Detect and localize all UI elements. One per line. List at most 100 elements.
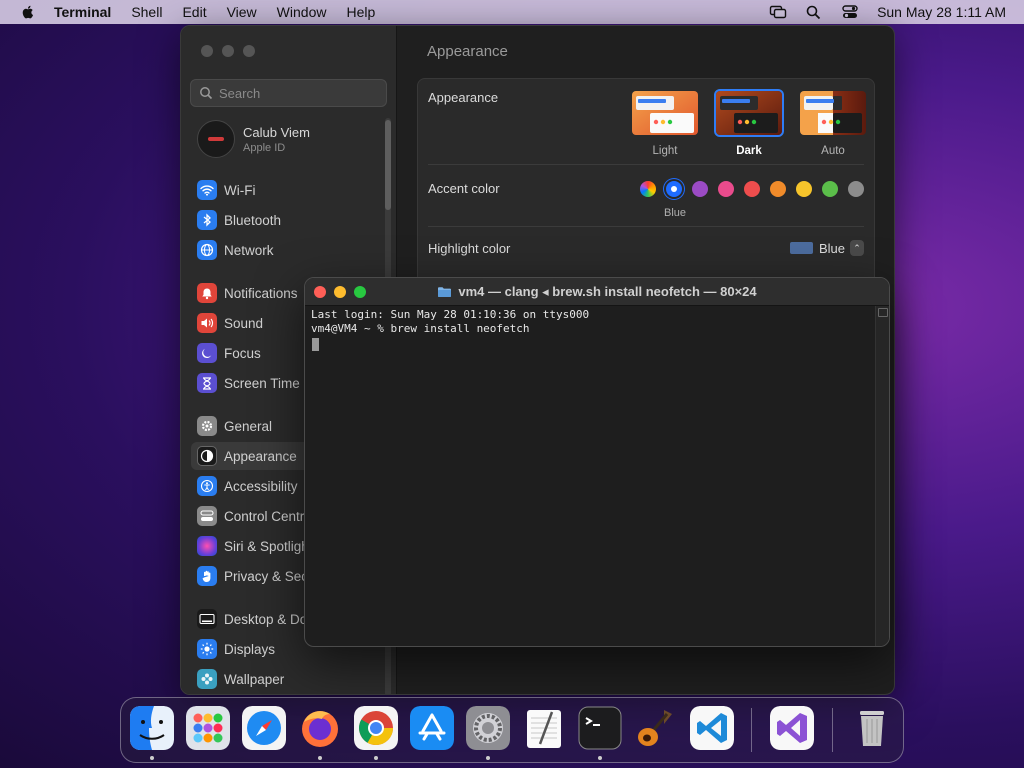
appearance-option-label: Dark bbox=[736, 145, 762, 157]
sidebar-item-label: Screen Time bbox=[224, 375, 300, 391]
chrome-icon[interactable] bbox=[354, 706, 398, 750]
accent-swatch-multicolor[interactable] bbox=[640, 181, 656, 197]
hourglass-icon bbox=[197, 373, 217, 393]
hand-icon bbox=[197, 566, 217, 586]
accent-swatch-red[interactable] bbox=[744, 181, 760, 197]
garageband-icon[interactable] bbox=[634, 706, 678, 750]
apple-id-account[interactable]: Calub Viem Apple ID bbox=[197, 120, 310, 158]
search-input[interactable] bbox=[219, 85, 379, 101]
wallpaper-icon bbox=[197, 669, 217, 689]
accent-swatch-green[interactable] bbox=[822, 181, 838, 197]
menu-shell[interactable]: Shell bbox=[131, 4, 162, 20]
appearance-option-auto[interactable]: Auto bbox=[798, 89, 868, 157]
appearance-option-light[interactable]: Light bbox=[630, 89, 700, 157]
firefox-icon[interactable] bbox=[298, 706, 342, 750]
accent-swatch-orange[interactable] bbox=[770, 181, 786, 197]
running-indicator bbox=[318, 756, 322, 760]
appearance-icon bbox=[197, 446, 217, 466]
terminal-close-button[interactable] bbox=[314, 286, 326, 298]
accent-swatch-blue[interactable] bbox=[666, 181, 682, 197]
textedit-icon[interactable] bbox=[522, 706, 566, 750]
menu-help[interactable]: Help bbox=[346, 4, 375, 20]
sidebar-item-bluetooth[interactable]: Bluetooth bbox=[191, 206, 381, 234]
menu-bar: Terminal Shell Edit View Window Help Sun… bbox=[0, 0, 1024, 24]
sidebar-item-label: Focus bbox=[224, 345, 261, 361]
accent-selected-name: Blue bbox=[664, 207, 687, 219]
accent-swatch-pink[interactable] bbox=[718, 181, 734, 197]
settings-minimize-button[interactable] bbox=[222, 45, 234, 57]
sidebar-item-wifi[interactable]: Wi-Fi bbox=[191, 176, 381, 204]
spotlight-search-icon[interactable] bbox=[805, 4, 823, 20]
launchpad-icon[interactable] bbox=[186, 706, 230, 750]
menu-app-name[interactable]: Terminal bbox=[54, 4, 111, 20]
sidebar-item-label: Network bbox=[224, 242, 274, 258]
split-pane-icon[interactable] bbox=[877, 308, 888, 317]
siri-icon bbox=[197, 536, 217, 556]
globe-icon bbox=[197, 240, 217, 260]
sidebar-item-label: Appearance bbox=[224, 448, 297, 464]
menu-window[interactable]: Window bbox=[277, 4, 327, 20]
terminal-minimize-button[interactable] bbox=[334, 286, 346, 298]
appearance-row-label: Appearance bbox=[428, 90, 499, 105]
sidebar-item-label: Notifications bbox=[224, 285, 298, 301]
terminal-titlebar[interactable]: vm4 — clang ◂ brew.sh install neofetch —… bbox=[305, 278, 889, 306]
wifi-icon bbox=[197, 180, 217, 200]
gear-icon bbox=[197, 416, 217, 436]
system-settings-icon[interactable] bbox=[466, 706, 510, 750]
terminal-scrollbar[interactable] bbox=[875, 306, 889, 646]
highlight-color-popup[interactable]: Blue ⌃ bbox=[790, 240, 865, 256]
divider bbox=[428, 226, 864, 227]
avatar bbox=[197, 120, 235, 158]
terminal-title: vm4 — clang ◂ brew.sh install neofetch —… bbox=[437, 283, 757, 300]
running-indicator bbox=[598, 756, 602, 760]
trash-icon[interactable] bbox=[850, 706, 894, 750]
appearance-option-label: Light bbox=[652, 145, 678, 157]
running-indicator bbox=[486, 756, 490, 760]
menu-clock[interactable]: Sun May 28 1:11 AM bbox=[877, 4, 1006, 20]
sidebar-item-network[interactable]: Network bbox=[191, 236, 381, 264]
terminal-line: Last login: Sun May 28 01:10:36 on ttys0… bbox=[311, 308, 590, 321]
finder-icon[interactable] bbox=[130, 706, 174, 750]
terminal-zoom-button[interactable] bbox=[354, 286, 366, 298]
safari-icon[interactable] bbox=[242, 706, 286, 750]
menu-view[interactable]: View bbox=[227, 4, 257, 20]
dock-separator bbox=[832, 708, 833, 752]
settings-window-controls bbox=[201, 45, 255, 57]
settings-close-button[interactable] bbox=[201, 45, 213, 57]
moon-icon bbox=[197, 343, 217, 363]
sidebar-item-label: Wallpaper bbox=[224, 671, 285, 687]
accessibility-icon bbox=[197, 476, 217, 496]
settings-search-field[interactable] bbox=[190, 79, 387, 107]
app-store-icon[interactable] bbox=[410, 706, 454, 750]
control-center-icon[interactable] bbox=[841, 4, 859, 20]
bluetooth-icon bbox=[197, 210, 217, 230]
visual-studio-icon[interactable] bbox=[770, 706, 814, 750]
chevron-up-down-icon: ⌃ bbox=[850, 240, 865, 256]
apple-icon[interactable] bbox=[18, 4, 38, 20]
sidebar-item-label: Bluetooth bbox=[224, 212, 282, 228]
screen-mirroring-icon[interactable] bbox=[769, 4, 787, 20]
terminal-output[interactable]: Last login: Sun May 28 01:10:36 on ttys0… bbox=[310, 308, 876, 644]
dock bbox=[120, 697, 904, 763]
terminal-title-text: vm4 — clang ◂ brew.sh install neofetch —… bbox=[458, 283, 757, 299]
settings-zoom-button[interactable] bbox=[243, 45, 255, 57]
appearance-mode-picker: Light Dark Auto bbox=[630, 89, 868, 157]
accent-swatch-purple[interactable] bbox=[692, 181, 708, 197]
vscode-icon[interactable] bbox=[690, 706, 734, 750]
terminal-window: vm4 — clang ◂ brew.sh install neofetch —… bbox=[304, 277, 890, 647]
accent-swatch-yellow[interactable] bbox=[796, 181, 812, 197]
bell-icon bbox=[197, 283, 217, 303]
menu-edit[interactable]: Edit bbox=[182, 4, 206, 20]
account-subtitle: Apple ID bbox=[243, 141, 286, 154]
divider bbox=[428, 164, 864, 165]
dark-mode-preview bbox=[714, 89, 784, 137]
appearance-option-label: Auto bbox=[821, 145, 845, 157]
highlight-color-label: Highlight color bbox=[428, 241, 511, 256]
terminal-icon[interactable] bbox=[578, 706, 622, 750]
appearance-option-dark[interactable]: Dark bbox=[714, 89, 784, 157]
search-icon bbox=[200, 87, 213, 100]
terminal-window-controls bbox=[314, 286, 366, 298]
sidebar-item-wallpaper[interactable]: Wallpaper bbox=[191, 665, 381, 693]
accent-color-picker bbox=[640, 181, 864, 197]
accent-swatch-graphite[interactable] bbox=[848, 181, 864, 197]
